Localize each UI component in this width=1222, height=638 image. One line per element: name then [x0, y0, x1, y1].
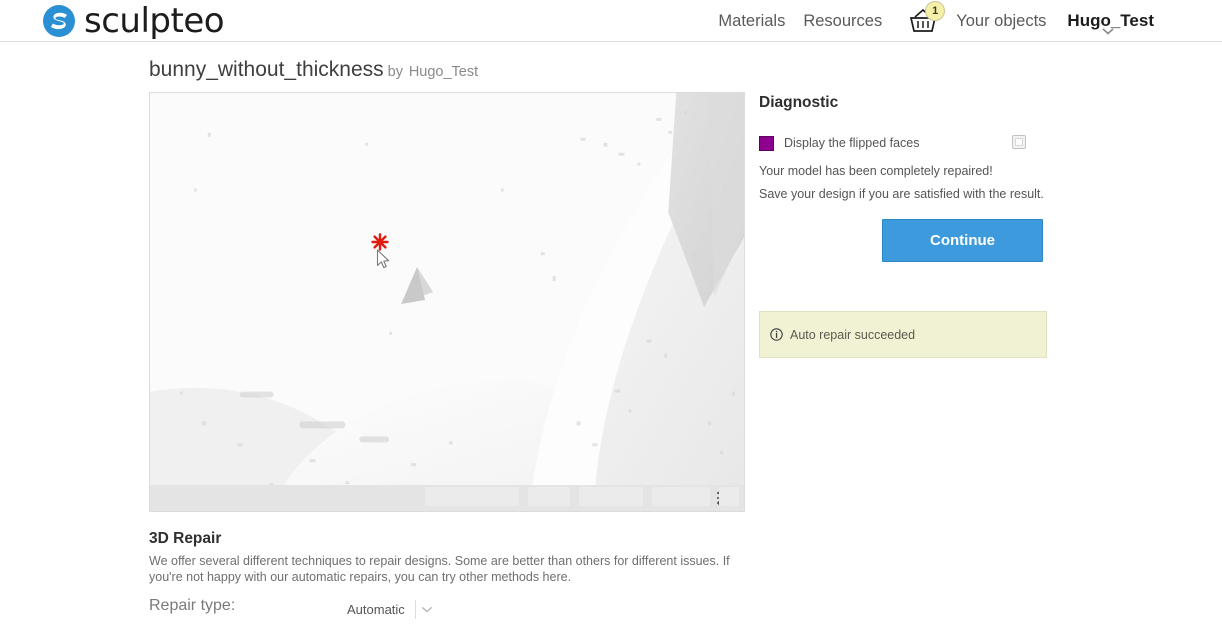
nav-item-materials[interactable]: Materials	[709, 12, 794, 31]
flipped-faces-checkbox[interactable]	[1012, 135, 1026, 149]
chevron-down-icon	[416, 601, 438, 619]
brand-logo[interactable]: sculpteo	[42, 0, 225, 42]
design-name: bunny_without_thickness	[149, 58, 384, 81]
brand-name: sculpteo	[84, 1, 225, 41]
auto-repair-alert-text: Auto repair succeeded	[790, 327, 916, 342]
diagnostic-panel: Diagnostic Display the flipped faces You…	[759, 94, 1059, 358]
repair-type-label: Repair type:	[149, 597, 236, 614]
basket-count-badge: 1	[925, 1, 946, 21]
flipped-faces-row: Display the flipped faces	[759, 134, 1059, 152]
ghost-button	[579, 487, 643, 506]
repair-type-select[interactable]: Automatic	[347, 600, 438, 619]
repair-status-line-2: Save your design if you are satisfied wi…	[759, 187, 1044, 201]
sculpteo-s-logo-icon	[43, 5, 75, 37]
repair-status-line-1: Your model has been completely repaired!	[759, 164, 993, 178]
page-title: bunny_without_thickness by Hugo_Test	[149, 58, 478, 82]
ghost-button	[719, 487, 739, 506]
primary-navigation: Materials Resources 1 Your objects Hugo_…	[709, 0, 1160, 42]
ghost-button	[652, 487, 710, 506]
diagnostic-title: Diagnostic	[759, 94, 839, 111]
nav-item-resources[interactable]: Resources	[794, 12, 891, 31]
design-owner: Hugo_Test	[408, 64, 479, 80]
model-viewer[interactable]	[149, 92, 745, 512]
repair-section-description: We offer several different techniques to…	[149, 554, 730, 584]
site-header: sculpteo Materials Resources 1 Your obje…	[0, 0, 1222, 42]
auto-repair-alert: Auto repair succeeded	[759, 311, 1047, 358]
basket-button[interactable]: 1	[901, 0, 946, 42]
viewer-toolbar-ghost-buttons	[425, 487, 739, 506]
user-menu[interactable]: Hugo_Test	[1055, 11, 1160, 35]
viewer-toolbar	[150, 485, 744, 511]
flipped-faces-color-swatch	[759, 135, 774, 151]
nav-item-your-objects[interactable]: Your objects	[947, 12, 1055, 31]
repair-section-title: 3D Repair	[149, 530, 222, 547]
chevron-down-icon	[1102, 28, 1114, 35]
ghost-button	[425, 487, 519, 506]
flipped-faces-label: Display the flipped faces	[784, 136, 920, 150]
ghost-button	[528, 487, 570, 506]
info-circle-icon	[770, 328, 783, 341]
byline-word: by	[387, 64, 403, 80]
repair-type-value: Automatic	[347, 602, 405, 617]
continue-button[interactable]: Continue	[882, 219, 1043, 262]
model-3d-render[interactable]	[150, 93, 744, 511]
